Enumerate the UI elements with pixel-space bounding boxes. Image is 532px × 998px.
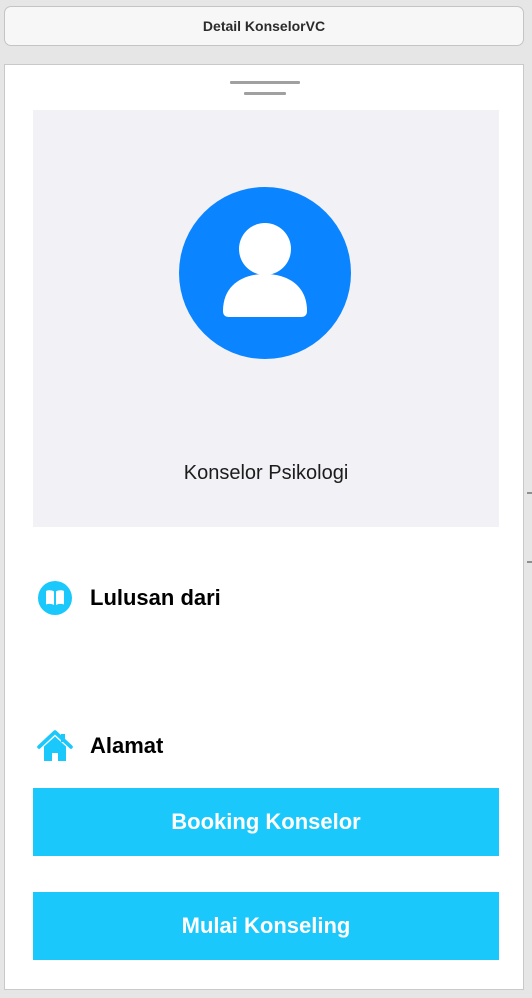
booking-konselor-label: Booking Konselor bbox=[171, 809, 361, 834]
book-circle-icon bbox=[35, 578, 75, 618]
address-label: Alamat bbox=[90, 733, 164, 758]
counselor-name: Konselor Psikologi bbox=[183, 462, 349, 484]
scene-title-bar: Detail KonselorVC bbox=[4, 6, 524, 46]
education-row: Lulusan dari bbox=[35, 578, 221, 618]
address-row: Alamat bbox=[35, 726, 163, 766]
constraint-marker bbox=[527, 492, 532, 494]
profile-card: Konselor Psikologi bbox=[33, 110, 499, 527]
sheet-grabber-bottom[interactable] bbox=[244, 92, 286, 95]
mulai-konseling-button[interactable]: Mulai Konseling bbox=[33, 892, 499, 960]
booking-konselor-button[interactable]: Booking Konselor bbox=[33, 788, 499, 856]
scene-title: Detail KonselorVC bbox=[202, 18, 326, 34]
detail-konselor-scene: Konselor Psikologi Lulusan dari Alamat B… bbox=[4, 64, 524, 990]
education-label: Lulusan dari bbox=[90, 585, 221, 610]
mulai-konseling-label: Mulai Konseling bbox=[181, 913, 351, 938]
constraint-marker bbox=[527, 561, 532, 563]
house-icon bbox=[35, 726, 75, 766]
person-circle-icon bbox=[179, 187, 351, 359]
sheet-grabber-top[interactable] bbox=[230, 81, 300, 84]
